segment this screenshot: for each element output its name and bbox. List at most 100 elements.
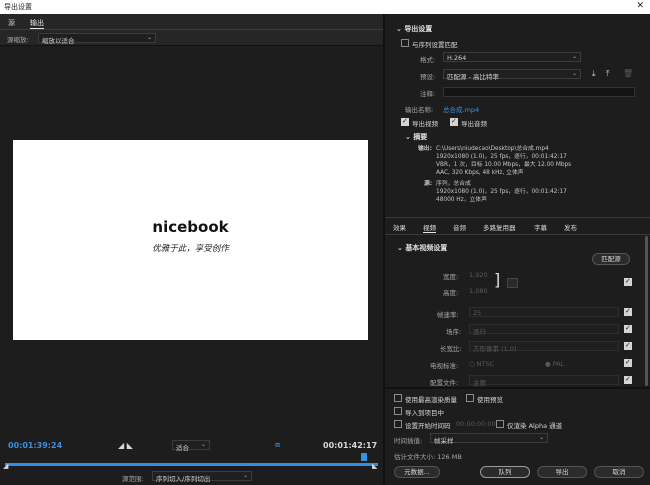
settings-scrollbar[interactable]	[645, 236, 648, 386]
field-order-label: 场序:	[446, 328, 462, 336]
window-titlebar: 导出设置 ✕	[0, 0, 650, 14]
source-scale-dropdown[interactable]: 缩放以适合 ⌄	[38, 33, 156, 45]
profile-dropdown[interactable]: 主要	[469, 375, 619, 387]
zoom-fit-dropdown[interactable]: 适合 ⌄	[172, 440, 210, 452]
format-label: 格式:	[420, 56, 436, 64]
source-range-label: 源范围:	[122, 475, 144, 483]
import-project-checkbox[interactable]	[394, 407, 402, 415]
summary-output-line: AAC, 320 Kbps, 48 kHz, 立体声	[436, 170, 524, 176]
tab-captions[interactable]: 字幕	[534, 222, 547, 232]
source-range-value: 序列切入/序列切出	[156, 475, 211, 483]
max-render-quality-checkbox[interactable]	[394, 394, 402, 402]
framerate-dropdown[interactable]: 25	[469, 307, 619, 317]
framerate-checkbox[interactable]	[624, 307, 632, 316]
save-preset-icon[interactable]: ⤓	[592, 69, 596, 79]
delete-preset-icon[interactable]: 🗑	[623, 69, 633, 78]
width-label: 宽度:	[443, 273, 459, 281]
basic-video-header[interactable]: ⌄ 基本视频设置	[397, 243, 447, 253]
summary-output-line: VBR，1 次，目标 10.00 Mbps，最大 12.00 Mbps	[436, 162, 572, 168]
chevron-down-icon: ⌄	[242, 472, 248, 479]
preset-label: 预设:	[420, 73, 436, 81]
import-project-label: 导入到项目中	[405, 409, 444, 417]
radio-ntsc[interactable]: ○ NTSC	[469, 360, 494, 368]
source-scale-value: 缩放以适合	[42, 37, 75, 45]
mark-in-icon[interactable]: ◢ ◣	[118, 441, 133, 450]
timecode-current[interactable]: 00:01:39:24	[8, 441, 62, 450]
collapse-icon: ⌄	[396, 25, 402, 33]
chevron-down-icon: ⌄	[571, 53, 577, 60]
summary-header[interactable]: ⌄ 摘要	[405, 132, 427, 142]
output-name-label: 输出名称:	[405, 106, 434, 114]
width-value[interactable]: 1,920	[469, 271, 488, 279]
export-audio-checkbox[interactable]	[450, 117, 458, 126]
chevron-down-icon: ⌄	[538, 434, 544, 441]
chain-link-icon[interactable]	[507, 278, 518, 288]
tab-source[interactable]: 源	[8, 18, 15, 28]
preset-dropdown[interactable]: 匹配源 - 高比特率 ⌄	[443, 69, 581, 81]
start-timecode-value[interactable]: 00:00:00:00	[456, 420, 496, 428]
alpha-only-checkbox[interactable]	[496, 420, 504, 428]
field-order-checkbox[interactable]	[624, 324, 632, 333]
aspect-label: 长宽比:	[440, 345, 462, 353]
format-dropdown[interactable]: H.264 ⌄	[443, 52, 581, 62]
range-end-handle[interactable]: ◣	[372, 462, 377, 470]
export-settings-header[interactable]: ⌄ 导出设置	[396, 24, 432, 34]
timeline-bar: 00:01:39:24 ◢ ◣ 适合 ⌄ ⧈ 00:01:42:17 源范围: …	[0, 437, 383, 485]
pal-label: PAL	[552, 360, 565, 368]
alpha-only-label: 仅渲染 Alpha 通道	[507, 422, 563, 430]
aspect-dropdown[interactable]: 方形像素 (1.0)	[469, 341, 619, 353]
aspect-checkbox[interactable]	[624, 341, 632, 350]
match-sequence-label: 与序列设置匹配	[412, 41, 458, 49]
preset-value: 匹配源 - 高比特率	[447, 73, 499, 81]
export-audio-label: 导出音频	[461, 120, 487, 128]
field-order-value: 逐行	[473, 328, 486, 336]
aspect-toggle-icon[interactable]: ⧈	[275, 440, 280, 450]
tab-video[interactable]: 视频	[423, 222, 436, 233]
close-icon[interactable]: ✕	[636, 1, 644, 11]
width-override-checkbox[interactable]	[624, 277, 632, 286]
bottom-divider	[385, 387, 650, 389]
export-button[interactable]: 导出	[537, 466, 587, 478]
video-preview: nicebook 优雅于此，享受创作	[13, 140, 368, 340]
import-preset-icon[interactable]: ⤒	[606, 69, 610, 79]
summary-output: C:\Users\niudecao\Desktop\总合成.mp4 1920x1…	[436, 145, 571, 177]
playhead-handle[interactable]	[361, 453, 367, 461]
profile-checkbox[interactable]	[624, 375, 632, 384]
cancel-button[interactable]: 取消	[594, 466, 644, 478]
link-bracket-icon: ]	[494, 270, 501, 289]
summary-source-label: 源:	[424, 181, 433, 187]
output-name-link[interactable]: 总合成.mp4	[443, 104, 479, 114]
tab-publish[interactable]: 发布	[564, 222, 577, 232]
tab-audio[interactable]: 音频	[453, 222, 466, 232]
framerate-value: 25	[473, 309, 482, 317]
tab-output[interactable]: 输出	[30, 18, 44, 29]
profile-label: 配置文件:	[430, 379, 459, 387]
match-source-button[interactable]: 匹配源	[592, 253, 630, 265]
range-start-handle[interactable]: ◢	[3, 462, 8, 470]
chevron-down-icon: ⌄	[146, 34, 152, 41]
match-sequence-checkbox[interactable]	[401, 39, 409, 47]
estimated-size: 估计文件大小: 126 MB	[394, 453, 462, 461]
height-label: 高度:	[443, 289, 459, 297]
timeline-scrubber[interactable]	[5, 463, 378, 466]
queue-button[interactable]: 队列	[480, 466, 530, 478]
metadata-button[interactable]: 元数据...	[394, 466, 440, 478]
framerate-label: 帧速率:	[437, 311, 459, 319]
start-timecode-checkbox[interactable]	[394, 420, 402, 428]
comment-input[interactable]	[443, 87, 635, 97]
source-range-dropdown[interactable]: 序列切入/序列切出 ⌄	[152, 471, 252, 483]
tv-standard-checkbox[interactable]	[624, 358, 632, 367]
tab-effects[interactable]: 效果	[393, 222, 406, 232]
radio-pal[interactable]: ● PAL	[545, 360, 564, 368]
field-order-dropdown[interactable]: 逐行	[469, 324, 619, 336]
export-video-checkbox[interactable]	[401, 117, 409, 126]
height-value[interactable]: 1,080	[469, 287, 488, 295]
tabs-divider	[385, 234, 650, 235]
summary-source-line: 48000 Hz，立体声	[436, 197, 487, 203]
time-interpolation-dropdown[interactable]: 帧采样 ⌄	[430, 433, 548, 445]
tab-multiplexer[interactable]: 多路复用器	[483, 222, 516, 232]
source-scale-row: 源缩放: 缩放以适合 ⌄	[0, 30, 383, 46]
use-previews-checkbox[interactable]	[466, 394, 474, 402]
aspect-value: 方形像素 (1.0)	[473, 345, 517, 353]
summary-source-line: 序列，总合成	[436, 181, 471, 187]
